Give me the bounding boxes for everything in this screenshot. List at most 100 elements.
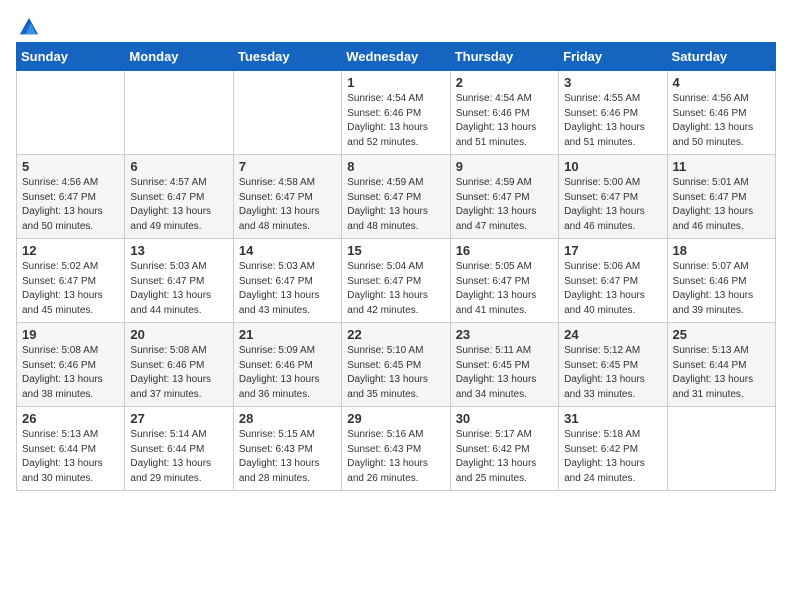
calendar-day-cell: 20Sunrise: 5:08 AMSunset: 6:46 PMDayligh…	[125, 323, 233, 407]
day-info: Sunrise: 4:54 AMSunset: 6:46 PMDaylight:…	[347, 92, 444, 150]
calendar-day-cell: 15Sunrise: 5:04 AMSunset: 6:47 PMDayligh…	[342, 239, 450, 323]
calendar-day-cell: 19Sunrise: 5:08 AMSunset: 6:46 PMDayligh…	[17, 323, 125, 407]
calendar-day-cell: 23 Sunrise: 5:11 AMSunset: 6:45 PMDayligh…	[450, 323, 558, 407]
day-info: Sunrise: 5:13 AMSunset: 6:44 PMDaylight:…	[673, 344, 770, 402]
calendar-day-cell: 22 Sunrise: 5:10 AMSunset: 6:45 PMDayligh…	[342, 323, 450, 407]
day-info: Sunrise: 5:10 AMSunset: 6:45 PMDaylight:…	[347, 344, 444, 402]
calendar-day-cell: 1 Sunrise: 4:54 AMSunset: 6:46 PMDaylight…	[342, 71, 450, 155]
day-info: Sunrise: 5:14 AMSunset: 6:44 PMDaylight:…	[130, 428, 227, 486]
calendar-day-cell: 28 Sunrise: 5:15 AMSunset: 6:43 PMDayligh…	[233, 407, 341, 491]
day-number: 23	[456, 327, 553, 342]
day-info: Sunrise: 4:59 AMSunset: 6:47 PMDaylight:…	[456, 176, 553, 234]
day-number: 11	[673, 159, 770, 174]
day-info: Sunrise: 5:12 AMSunset: 6:45 PMDaylight:…	[564, 344, 661, 402]
calendar-table: SundayMondayTuesdayWednesdayThursdayFrid…	[16, 42, 776, 491]
calendar-day-cell: 5 Sunrise: 4:56 AMSunset: 6:47 PMDaylight…	[17, 155, 125, 239]
calendar-day-cell: 2 Sunrise: 4:54 AMSunset: 6:46 PMDaylight…	[450, 71, 558, 155]
day-info: Sunrise: 5:00 AMSunset: 6:47 PMDaylight:…	[564, 176, 661, 234]
day-info: Sunrise: 4:56 AMSunset: 6:46 PMDaylight:…	[673, 92, 770, 150]
calendar-day-cell: 8 Sunrise: 4:59 AMSunset: 6:47 PMDaylight…	[342, 155, 450, 239]
calendar-week-row: 5 Sunrise: 4:56 AMSunset: 6:47 PMDaylight…	[17, 155, 776, 239]
day-number: 3	[564, 75, 661, 90]
day-info: Sunrise: 5:17 AMSunset: 6:42 PMDaylight:…	[456, 428, 553, 486]
day-number: 19	[22, 327, 119, 342]
calendar-day-cell: 18Sunrise: 5:07 AMSunset: 6:46 PMDayligh…	[667, 239, 775, 323]
day-info: Sunrise: 4:54 AMSunset: 6:46 PMDaylight:…	[456, 92, 553, 150]
col-header-friday: Friday	[559, 43, 667, 71]
col-header-saturday: Saturday	[667, 43, 775, 71]
day-info: Sunrise: 5:15 AMSunset: 6:43 PMDaylight:…	[239, 428, 336, 486]
calendar-empty-cell	[125, 71, 233, 155]
calendar-day-cell: 11 Sunrise: 5:01 AMSunset: 6:47 PMDayligh…	[667, 155, 775, 239]
calendar-day-cell: 16 Sunrise: 5:05 AMSunset: 6:47 PMDayligh…	[450, 239, 558, 323]
calendar-day-cell: 9 Sunrise: 4:59 AMSunset: 6:47 PMDaylight…	[450, 155, 558, 239]
day-number: 12	[22, 243, 119, 258]
day-number: 27	[130, 411, 227, 426]
day-info: Sunrise: 5:01 AMSunset: 6:47 PMDaylight:…	[673, 176, 770, 234]
day-number: 26	[22, 411, 119, 426]
day-number: 24	[564, 327, 661, 342]
day-number: 31	[564, 411, 661, 426]
calendar-day-cell: 12 Sunrise: 5:02 AMSunset: 6:47 PMDayligh…	[17, 239, 125, 323]
day-number: 16	[456, 243, 553, 258]
day-number: 28	[239, 411, 336, 426]
day-info: Sunrise: 4:58 AMSunset: 6:47 PMDaylight:…	[239, 176, 336, 234]
col-header-tuesday: Tuesday	[233, 43, 341, 71]
col-header-thursday: Thursday	[450, 43, 558, 71]
day-info: Sunrise: 4:59 AMSunset: 6:47 PMDaylight:…	[347, 176, 444, 234]
calendar-week-row: 12 Sunrise: 5:02 AMSunset: 6:47 PMDayligh…	[17, 239, 776, 323]
day-info: Sunrise: 5:13 AMSunset: 6:44 PMDaylight:…	[22, 428, 119, 486]
day-number: 4	[673, 75, 770, 90]
page-container: SundayMondayTuesdayWednesdayThursdayFrid…	[0, 0, 792, 499]
day-number: 8	[347, 159, 444, 174]
day-number: 29	[347, 411, 444, 426]
calendar-day-cell: 6 Sunrise: 4:57 AMSunset: 6:47 PMDaylight…	[125, 155, 233, 239]
calendar-empty-cell	[233, 71, 341, 155]
day-info: Sunrise: 5:04 AMSunset: 6:47 PMDaylight:…	[347, 260, 444, 318]
day-number: 2	[456, 75, 553, 90]
page-header	[16, 16, 776, 32]
calendar-header-row: SundayMondayTuesdayWednesdayThursdayFrid…	[17, 43, 776, 71]
day-info: Sunrise: 5:16 AMSunset: 6:43 PMDaylight:…	[347, 428, 444, 486]
day-info: Sunrise: 5:03 AMSunset: 6:47 PMDaylight:…	[239, 260, 336, 318]
col-header-wednesday: Wednesday	[342, 43, 450, 71]
calendar-day-cell: 25 Sunrise: 5:13 AMSunset: 6:44 PMDayligh…	[667, 323, 775, 407]
day-number: 14	[239, 243, 336, 258]
day-number: 17	[564, 243, 661, 258]
day-number: 6	[130, 159, 227, 174]
col-header-monday: Monday	[125, 43, 233, 71]
day-number: 5	[22, 159, 119, 174]
day-info: Sunrise: 4:56 AMSunset: 6:47 PMDaylight:…	[22, 176, 119, 234]
day-number: 7	[239, 159, 336, 174]
calendar-day-cell: 21Sunrise: 5:09 AMSunset: 6:46 PMDayligh…	[233, 323, 341, 407]
calendar-week-row: 19 Sunrise: 5:08 AMSunset: 6:46 PMDayligh…	[17, 323, 776, 407]
day-info: Sunrise: 5:11 AMSunset: 6:45 PMDaylight:…	[456, 344, 553, 402]
calendar-day-cell: 30 Sunrise: 5:17 AMSunset: 6:42 PMDayligh…	[450, 407, 558, 491]
calendar-day-cell: 3Sunrise: 4:55 AMSunset: 6:46 PMDaylight…	[559, 71, 667, 155]
day-number: 25	[673, 327, 770, 342]
calendar-day-cell: 10Sunrise: 5:00 AMSunset: 6:47 PMDayligh…	[559, 155, 667, 239]
logo	[16, 16, 40, 32]
col-header-sunday: Sunday	[17, 43, 125, 71]
calendar-day-cell: 27 Sunrise: 5:14 AMSunset: 6:44 PMDayligh…	[125, 407, 233, 491]
day-info: Sunrise: 5:06 AMSunset: 6:47 PMDaylight:…	[564, 260, 661, 318]
day-info: Sunrise: 4:57 AMSunset: 6:47 PMDaylight:…	[130, 176, 227, 234]
calendar-day-cell: 26 Sunrise: 5:13 AMSunset: 6:44 PMDayligh…	[17, 407, 125, 491]
day-info: Sunrise: 5:05 AMSunset: 6:47 PMDaylight:…	[456, 260, 553, 318]
calendar-empty-cell	[17, 71, 125, 155]
day-number: 22	[347, 327, 444, 342]
day-number: 30	[456, 411, 553, 426]
calendar-week-row: 1 Sunrise: 4:54 AMSunset: 6:46 PMDaylight…	[17, 71, 776, 155]
day-info: Sunrise: 5:02 AMSunset: 6:47 PMDaylight:…	[22, 260, 119, 318]
day-number: 1	[347, 75, 444, 90]
day-number: 18	[673, 243, 770, 258]
calendar-day-cell: 13Sunrise: 5:03 AMSunset: 6:47 PMDayligh…	[125, 239, 233, 323]
day-number: 13	[130, 243, 227, 258]
day-info: Sunrise: 5:08 AMSunset: 6:46 PMDaylight:…	[130, 344, 227, 402]
day-number: 21	[239, 327, 336, 342]
calendar-week-row: 26 Sunrise: 5:13 AMSunset: 6:44 PMDayligh…	[17, 407, 776, 491]
calendar-day-cell: 17 Sunrise: 5:06 AMSunset: 6:47 PMDayligh…	[559, 239, 667, 323]
calendar-day-cell: 29 Sunrise: 5:16 AMSunset: 6:43 PMDayligh…	[342, 407, 450, 491]
day-number: 9	[456, 159, 553, 174]
calendar-day-cell: 14 Sunrise: 5:03 AMSunset: 6:47 PMDayligh…	[233, 239, 341, 323]
